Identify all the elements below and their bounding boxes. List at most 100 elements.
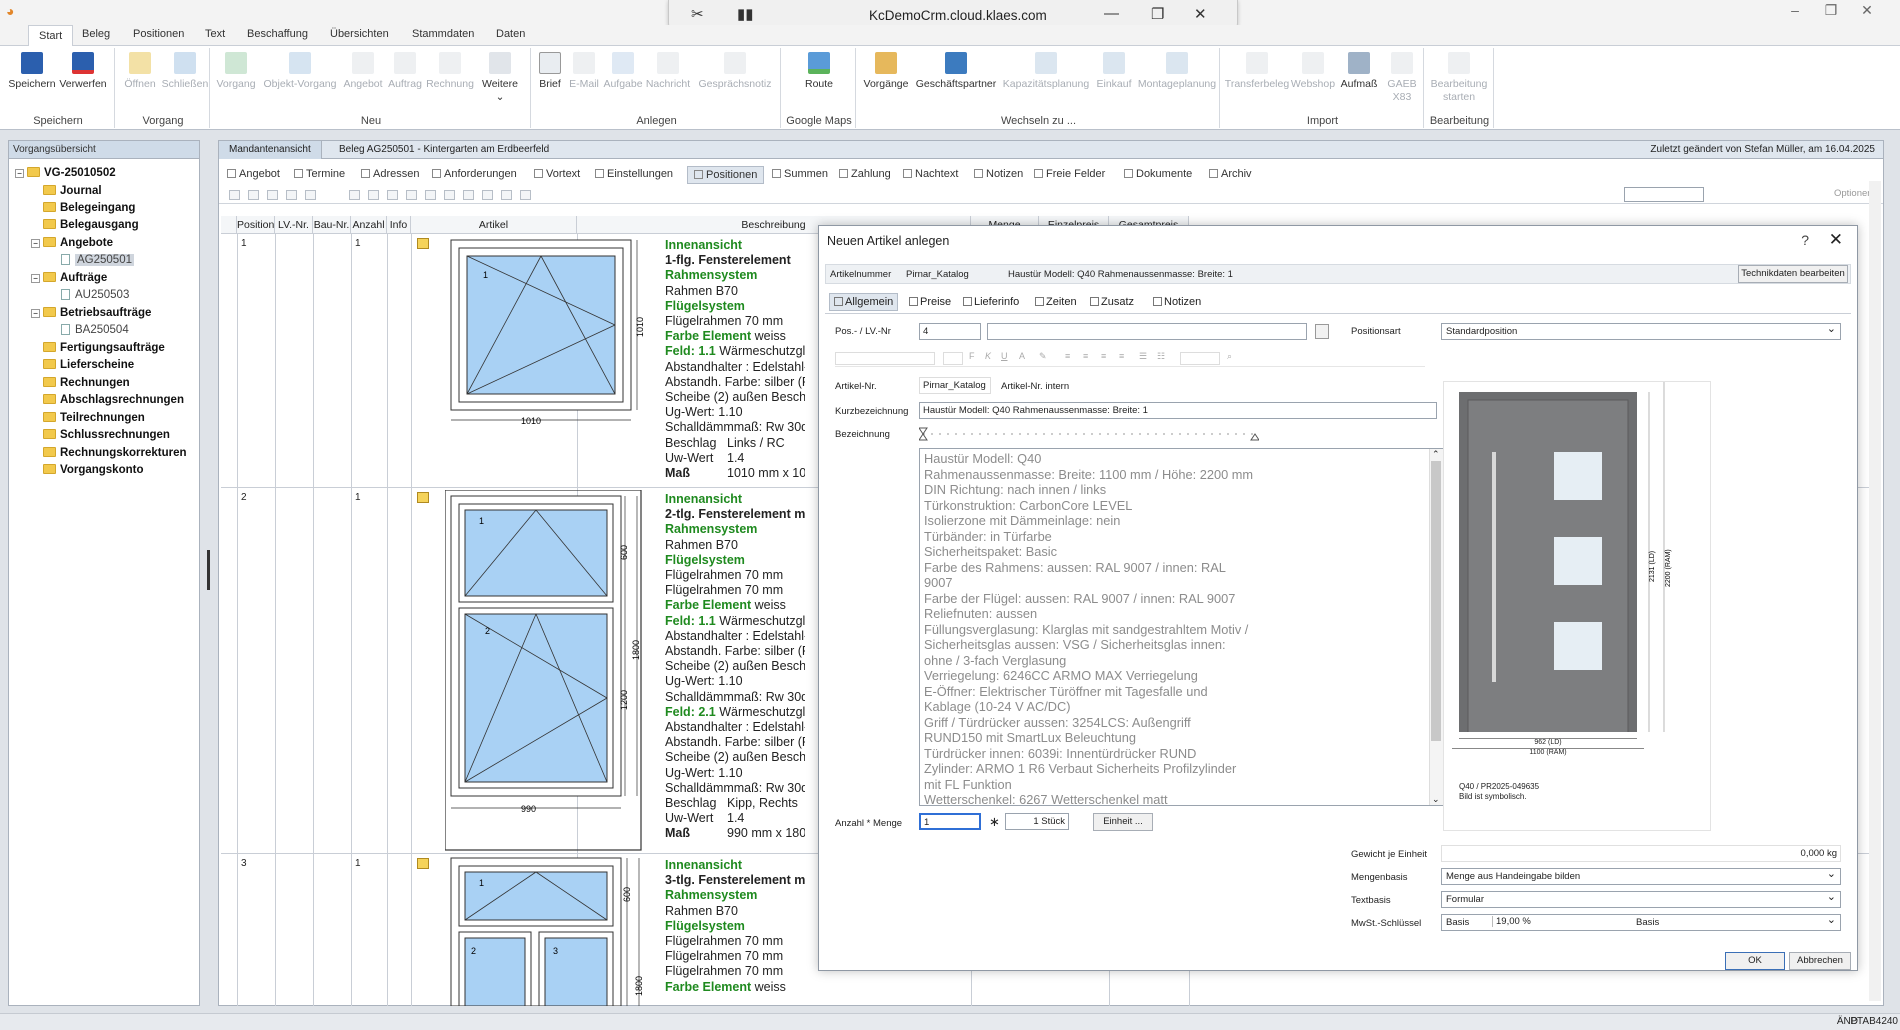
email-button[interactable]: E-Mail bbox=[566, 52, 602, 91]
scroll-down-icon[interactable]: ⌄ bbox=[1432, 794, 1440, 805]
ribbon-tab-start[interactable]: Start bbox=[28, 25, 74, 47]
new-objekt-vorgang-button[interactable]: Objekt-Vorgang bbox=[259, 52, 341, 91]
artikelnr-field[interactable]: Pirnar_Katalog bbox=[919, 377, 991, 394]
new-angebot-button[interactable]: Angebot bbox=[341, 52, 385, 91]
tab-preise[interactable]: Preise bbox=[909, 296, 951, 308]
webshop-button[interactable]: Webshop bbox=[1290, 52, 1336, 91]
underline-icon[interactable]: U bbox=[1001, 351, 1008, 361]
tool-icon[interactable] bbox=[305, 190, 316, 200]
align-right-icon[interactable]: ≡ bbox=[1101, 351, 1106, 361]
tool-icon[interactable] bbox=[267, 190, 278, 200]
tree-item-lieferscheine[interactable]: Lieferscheine bbox=[43, 359, 134, 371]
highlight-icon[interactable]: ✎ bbox=[1039, 351, 1047, 362]
close-icon[interactable]: ✕ bbox=[1829, 230, 1843, 250]
tab-anforderungen[interactable]: Anforderungen bbox=[432, 168, 517, 180]
gewicht-field[interactable]: 0,000 kg bbox=[1441, 845, 1841, 862]
tab-summen[interactable]: Summen bbox=[772, 168, 828, 180]
tab-adressen[interactable]: Adressen bbox=[361, 168, 419, 180]
tab-freie-felder[interactable]: Freie Felder bbox=[1034, 168, 1105, 180]
tree-item-belegeingang[interactable]: Belegeingang bbox=[43, 202, 135, 214]
close-case-button[interactable]: Schließen bbox=[161, 52, 209, 91]
pin-icon[interactable]: ✂ bbox=[691, 5, 704, 23]
collapse-icon[interactable]: − bbox=[15, 169, 24, 178]
collapse-icon[interactable]: − bbox=[31, 274, 40, 283]
edit-techdata-button[interactable]: Technikdaten bearbeiten bbox=[1738, 265, 1848, 283]
info-icon[interactable] bbox=[417, 238, 429, 249]
menge-input[interactable]: 1 Stück bbox=[1005, 813, 1069, 830]
tab-allgemein[interactable]: Allgemein bbox=[829, 293, 899, 311]
tree-item-betriebsauftraege[interactable]: − Betriebsaufträge bbox=[31, 307, 151, 319]
purchase-button[interactable]: Einkauf bbox=[1092, 52, 1136, 91]
positions-search-input[interactable] bbox=[1624, 187, 1704, 202]
vorgaenge-button[interactable]: Vorgänge bbox=[860, 52, 912, 91]
align-center-icon[interactable]: ≡ bbox=[1083, 351, 1088, 361]
tab-vortext[interactable]: Vortext bbox=[534, 168, 580, 180]
tool-icon[interactable] bbox=[387, 190, 398, 200]
new-vorgang-button[interactable]: Vorgang bbox=[213, 52, 259, 91]
capacity-button[interactable]: Kapazitätsplanung bbox=[1000, 52, 1092, 91]
partners-button[interactable]: Geschäftspartner bbox=[912, 52, 1000, 91]
tool-icon[interactable] bbox=[248, 190, 259, 200]
anzahl-input[interactable]: 1 bbox=[919, 813, 981, 830]
tree-item-schlussrechnungen[interactable]: Schlussrechnungen bbox=[43, 429, 170, 441]
tool-icon[interactable] bbox=[501, 190, 512, 200]
task-button[interactable]: Aufgabe bbox=[602, 52, 644, 91]
tool-icon[interactable] bbox=[286, 190, 297, 200]
font-color-icon[interactable]: A bbox=[1019, 351, 1025, 361]
transfer-button[interactable]: Transferbeleg bbox=[1224, 52, 1290, 91]
remote-restore-icon[interactable]: ❐ bbox=[1151, 5, 1164, 23]
tool-icon[interactable] bbox=[425, 190, 436, 200]
info-icon[interactable] bbox=[417, 858, 429, 869]
col-position[interactable]: Position bbox=[237, 216, 275, 234]
mwst-select[interactable]: Basis 19,00 % Basis bbox=[1441, 913, 1841, 931]
einheit-button[interactable]: Einheit ... bbox=[1093, 813, 1153, 831]
minimize-icon[interactable]: – bbox=[1780, 2, 1810, 22]
tree-item-rechnungskorrekturen[interactable]: Rechnungskorrekturen bbox=[43, 447, 187, 459]
tab-einstellungen[interactable]: Einstellungen bbox=[595, 168, 673, 180]
new-rechnung-button[interactable]: Rechnung bbox=[425, 52, 475, 91]
tree-item-fertigungsauftraege[interactable]: Fertigungsaufträge bbox=[43, 342, 165, 354]
gaeb-button[interactable]: GAEB X83 bbox=[1382, 52, 1422, 104]
ok-button[interactable]: OK bbox=[1725, 952, 1785, 970]
positionsart-select[interactable]: Standardposition bbox=[1441, 322, 1841, 340]
textarea-scrollbar[interactable]: ⌃ ⌄ bbox=[1429, 449, 1443, 805]
discard-button[interactable]: Verwerfen bbox=[58, 52, 108, 91]
size-select[interactable] bbox=[943, 352, 963, 365]
style-select[interactable] bbox=[1180, 352, 1220, 365]
tool-icon[interactable] bbox=[368, 190, 379, 200]
mengenbasis-select[interactable]: Menge aus Handeingabe bilden bbox=[1441, 867, 1841, 885]
lv-nr-input[interactable] bbox=[987, 323, 1307, 340]
tree-item-rechnungen[interactable]: Rechnungen bbox=[43, 377, 130, 389]
letter-button[interactable]: Brief bbox=[534, 52, 566, 91]
align-left-icon[interactable]: ≡ bbox=[1065, 351, 1070, 361]
cancel-button[interactable]: Abbrechen bbox=[1789, 952, 1851, 970]
info-icon[interactable] bbox=[417, 492, 429, 503]
tab-lieferinfo[interactable]: Lieferinfo bbox=[963, 296, 1019, 308]
tree-item-au250503[interactable]: AU250503 bbox=[61, 289, 129, 301]
grid-scrollbar[interactable] bbox=[1869, 181, 1881, 1001]
tree-item-teilrechnungen[interactable]: Teilrechnungen bbox=[43, 412, 145, 424]
ribbon-tab-positionen[interactable]: Positionen bbox=[133, 28, 184, 40]
ribbon-tab-uebersichten[interactable]: Übersichten bbox=[330, 28, 389, 40]
tool-icon[interactable] bbox=[406, 190, 417, 200]
ribbon-tab-beleg[interactable]: Beleg bbox=[82, 28, 110, 40]
tree-item-angebote[interactable]: − Angebote bbox=[31, 237, 113, 249]
tree-item-abschlagsrechnungen[interactable]: Abschlagsrechnungen bbox=[43, 394, 184, 406]
tab-zahlung[interactable]: Zahlung bbox=[839, 168, 891, 180]
tab-dokumente[interactable]: Dokumente bbox=[1124, 168, 1192, 180]
more-new-button[interactable]: Weitere ⌄ bbox=[475, 52, 525, 104]
col-info[interactable]: Info bbox=[387, 216, 411, 234]
tab-angebot[interactable]: Angebot bbox=[227, 168, 280, 180]
assembly-button[interactable]: Montageplanung bbox=[1136, 52, 1218, 91]
ribbon-tab-stammdaten[interactable]: Stammdaten bbox=[412, 28, 474, 40]
message-button[interactable]: Nachricht bbox=[644, 52, 692, 91]
pos-input[interactable]: 4 bbox=[919, 323, 981, 340]
collapse-icon[interactable]: − bbox=[31, 239, 40, 248]
new-auftrag-button[interactable]: Auftrag bbox=[385, 52, 425, 91]
ribbon-tab-beschaffung[interactable]: Beschaffung bbox=[247, 28, 308, 40]
options-menu[interactable]: Optionen bbox=[1834, 188, 1873, 199]
textbasis-select[interactable]: Formular bbox=[1441, 890, 1841, 908]
italic-icon[interactable]: K bbox=[985, 351, 991, 361]
tree-item-journal[interactable]: Journal bbox=[43, 185, 102, 197]
bold-icon[interactable]: F bbox=[969, 351, 975, 361]
